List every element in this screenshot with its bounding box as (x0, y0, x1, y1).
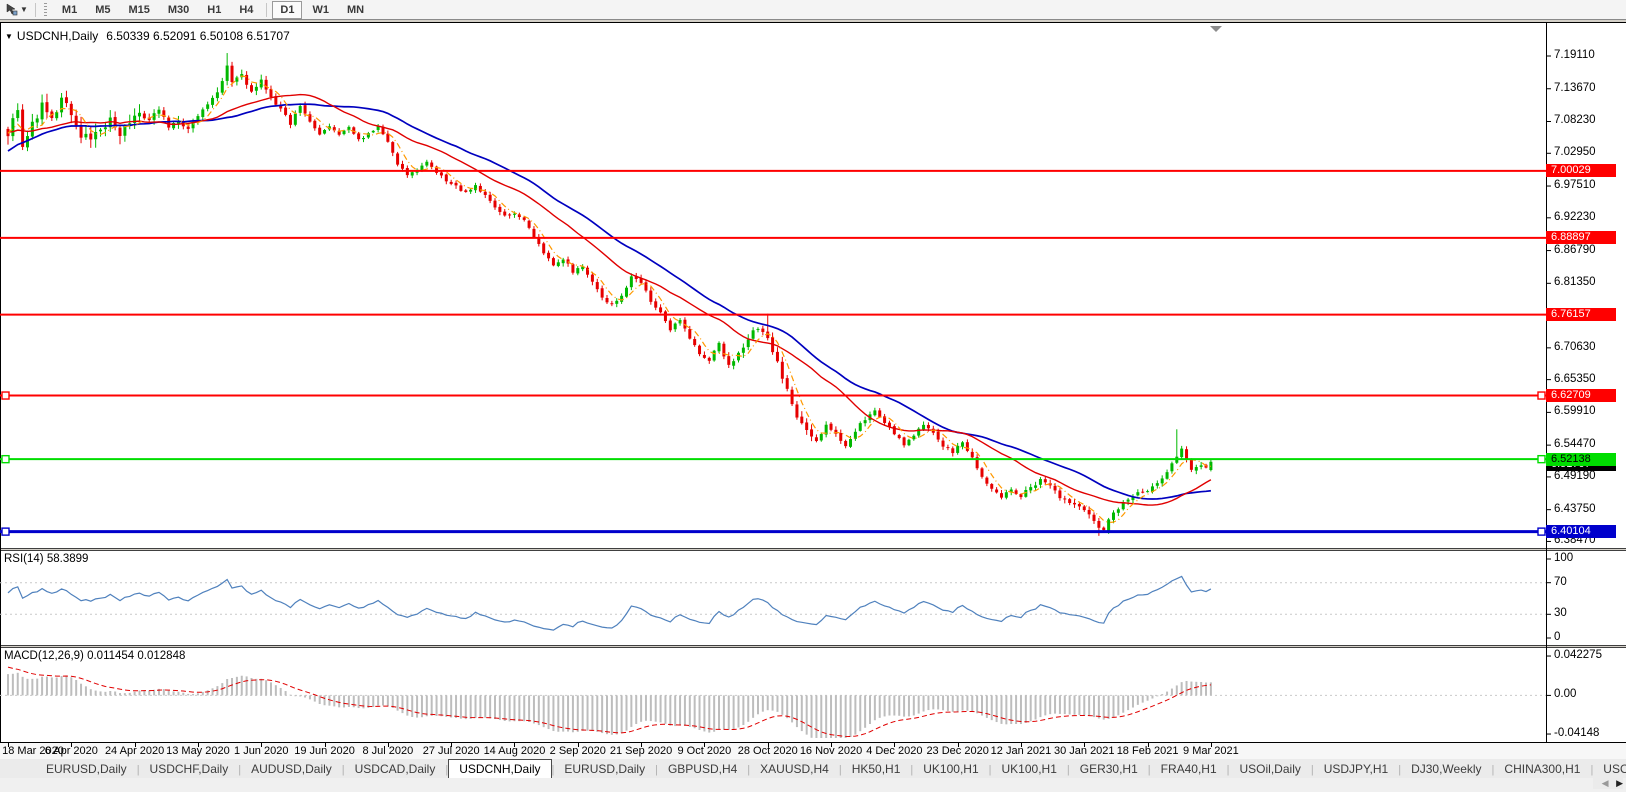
chart-tab-gbpusd-h4[interactable]: GBPUSD,H4 (658, 761, 747, 778)
chart-tab-usdchf-daily[interactable]: USDCHF,Daily (140, 761, 239, 778)
chart-symbol-period: USDCNH,Daily (17, 29, 98, 43)
rsi-label: RSI(14) 58.3899 (4, 553, 88, 565)
chart-tab-fra40-h1[interactable]: FRA40,H1 (1151, 761, 1227, 778)
toolbar-drag-handle[interactable] (44, 3, 47, 17)
chart-tab-dj30-weekly[interactable]: DJ30,Weekly (1401, 761, 1491, 778)
price-tick-label: 6.81350 (1554, 276, 1596, 288)
line-handle[interactable] (1538, 528, 1545, 535)
price-tick-label: 6.86790 (1554, 244, 1596, 256)
chart-tab-usdcad-daily[interactable]: USDCAD,Daily (345, 761, 446, 778)
price-tick-label: 6.65350 (1554, 373, 1596, 385)
price-tick-label: 6.59910 (1554, 405, 1596, 417)
price-tick-label: 6.49190 (1554, 470, 1596, 482)
chart-tab-audusd-daily[interactable]: AUDUSD,Daily (241, 761, 342, 778)
rsi-scale-label: 100 (1554, 552, 1573, 564)
macd-label: MACD(12,26,9) 0.011454 0.012848 (4, 650, 185, 662)
date-tick-label: 9 Mar 2021 (1174, 745, 1248, 757)
tab-scroll-buttons: ◀ ▶ (1593, 778, 1623, 789)
line-handle[interactable] (1538, 456, 1545, 463)
chart-tab-xauusd-h4[interactable]: XAUUSD,H4 (750, 761, 839, 778)
chart-tab-ger30-h1[interactable]: GER30,H1 (1070, 761, 1148, 778)
timeframe-button-w1[interactable]: W1 (304, 1, 337, 19)
collapse-arrow-icon[interactable]: ▼ (5, 32, 13, 41)
chart-tab-uk100-h1[interactable]: UK100,H1 (913, 761, 988, 778)
macd-indicator-name: MACD(12,26,9) (4, 650, 84, 662)
price-tick-label: 7.02950 (1554, 146, 1596, 158)
macd-indicator-values: 0.011454 0.012848 (87, 650, 185, 662)
level-price-label: 7.00029 (1546, 164, 1616, 177)
toolbar-separator (35, 3, 36, 17)
crosshair-icon (5, 3, 18, 16)
price-chart[interactable] (0, 20, 1626, 742)
macd-scale-label: -0.04148 (1554, 727, 1599, 739)
price-tick-label: 6.43750 (1554, 503, 1596, 515)
chart-ohlc-values: 6.50339 6.52091 6.50108 6.51707 (106, 29, 290, 43)
price-axis[interactable]: 7.19110 7.13670 7.08230 7.02950 6.97510 6.922… (1546, 20, 1626, 742)
toolbar-separator (266, 3, 267, 17)
chart-window: ▼ USDCNH,Daily 6.50339 6.52091 6.50108 6.5… (0, 20, 1626, 758)
price-tick-label: 7.08230 (1554, 114, 1596, 126)
timeframe-group: M1M5M15M30H1H4 D1W1MN (53, 1, 373, 19)
timeframe-button-m5[interactable]: M5 (87, 1, 118, 19)
level-price-label: 6.62709 (1546, 389, 1616, 402)
chart-tab-uso[interactable]: USO (1593, 761, 1626, 778)
timeframe-button-h1[interactable]: H1 (199, 1, 229, 19)
chart-tab-hk50-h1[interactable]: HK50,H1 (842, 761, 911, 778)
chart-title: ▼ USDCNH,Daily 6.50339 6.52091 6.50108 6.5… (5, 29, 290, 43)
rsi-indicator-value: 58.3899 (47, 553, 89, 565)
level-price-label: 6.88897 (1546, 231, 1616, 244)
toolbar: ▼ M1M5M15M30H1H4 D1W1MN (0, 0, 1626, 20)
timeframe-button-h4[interactable]: H4 (231, 1, 261, 19)
timeframe-button-m30[interactable]: M30 (160, 1, 197, 19)
dropdown-arrow-icon[interactable]: ▼ (20, 5, 28, 14)
chart-tab-usdjpy-h1[interactable]: USDJPY,H1 (1314, 761, 1398, 778)
rsi-scale-label: 70 (1554, 576, 1567, 588)
timeframe-button-mn[interactable]: MN (339, 1, 372, 19)
level-price-label: 6.76157 (1546, 308, 1616, 321)
cursor-tool-button[interactable]: ▼ (2, 2, 31, 17)
price-tick-label: 6.97510 (1554, 179, 1596, 191)
chart-tab-usoil-daily[interactable]: USOil,Daily (1230, 761, 1311, 778)
chart-tab-eurusd-daily[interactable]: EURUSD,Daily (554, 761, 655, 778)
date-axis[interactable]: 18 Mar 20206 Apr 202024 Apr 202013 May 2… (0, 742, 1626, 759)
rsi-scale-label: 30 (1554, 607, 1567, 619)
chart-tab-uk100-h1[interactable]: UK100,H1 (992, 761, 1067, 778)
price-tick-label: 6.54470 (1554, 438, 1596, 450)
rsi-indicator-name: RSI(14) (4, 553, 44, 565)
macd-scale-label: 0.00 (1554, 688, 1576, 700)
timeframe-button-m1[interactable]: M1 (54, 1, 85, 19)
macd-scale-label: 0.042275 (1554, 649, 1602, 661)
line-handle[interactable] (2, 392, 9, 399)
tab-scroll-right-icon[interactable]: ▶ (1616, 778, 1623, 788)
chart-tab-eurusd-daily[interactable]: EURUSD,Daily (36, 761, 137, 778)
tab-scroll-left-icon[interactable]: ◀ (1602, 778, 1609, 788)
line-handle[interactable] (1538, 392, 1545, 399)
price-tick-label: 7.13670 (1554, 82, 1596, 94)
price-tick-label: 7.19110 (1554, 49, 1595, 61)
mt4-window: ▼ M1M5M15M30H1H4 D1W1MN ▼ USDCNH,Daily 6.50… (0, 0, 1626, 792)
rsi-scale-label: 0 (1554, 631, 1560, 643)
price-tick-label: 6.92230 (1554, 211, 1596, 223)
line-handle[interactable] (2, 528, 9, 535)
level-price-label: 6.40104 (1546, 525, 1616, 538)
price-tick-label: 6.70630 (1554, 341, 1596, 353)
level-price-label: 6.52138 (1546, 453, 1616, 466)
line-handle[interactable] (2, 456, 9, 463)
timeframe-button-d1[interactable]: D1 (272, 1, 302, 19)
chart-tab-china300-h1[interactable]: CHINA300,H1 (1494, 761, 1590, 778)
timeframe-button-m15[interactable]: M15 (120, 1, 157, 19)
chart-tab-usdcnh-daily[interactable]: USDCNH,Daily (448, 759, 551, 778)
chart-tab-bar: EURUSD,Daily|USDCHF,Daily|AUDUSD,Daily|U… (0, 758, 1626, 778)
